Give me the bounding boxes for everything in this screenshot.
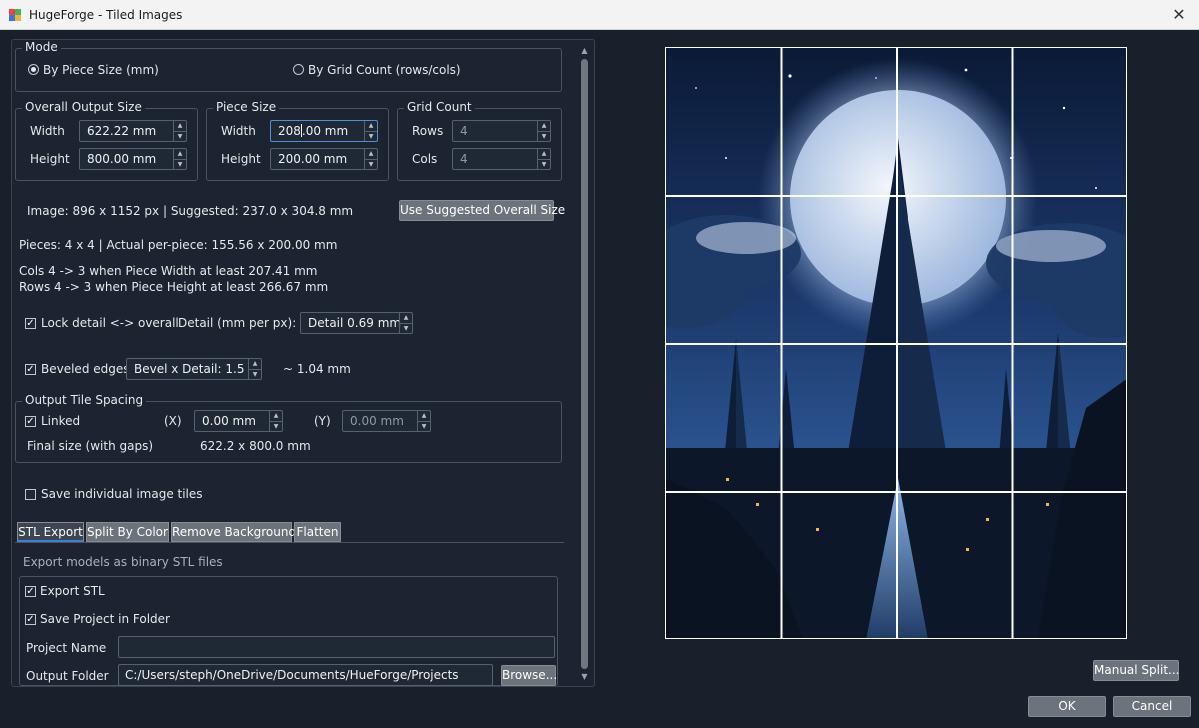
tab-split-by-color[interactable]: Split By Color xyxy=(86,522,169,542)
lock-detail-label[interactable]: Lock detail <-> overall xyxy=(41,316,179,330)
overall-width-label: Width xyxy=(30,124,65,138)
app-icon xyxy=(9,9,22,21)
use-suggested-size-button[interactable]: Use Suggested Overall Size xyxy=(399,200,565,221)
piece-size-group: Piece Size xyxy=(206,100,389,181)
spin-up-icon[interactable]: ▲ xyxy=(418,411,430,421)
bevel-result-text: ~ 1.04 mm xyxy=(283,362,351,376)
lock-detail-checkbox[interactable]: ✓ xyxy=(25,318,36,329)
mode-grid-count-radio[interactable] xyxy=(293,64,304,75)
final-size-value: 622.2 x 800.0 mm xyxy=(200,439,311,453)
spacing-y-label: (Y) xyxy=(314,414,331,428)
scroll-thumb[interactable] xyxy=(581,59,588,669)
overall-width-spinbox[interactable]: 622.22 mm ▲ ▼ xyxy=(79,120,187,142)
ok-button[interactable]: OK xyxy=(1028,696,1106,717)
piece-height-spinbox[interactable]: 200.00 mm ▲ ▼ xyxy=(270,148,378,170)
scroll-up-icon[interactable]: ▲ xyxy=(578,45,591,57)
overall-output-size-group: Overall Output Size xyxy=(15,100,198,181)
mode-grid-count-label[interactable]: By Grid Count (rows/cols) xyxy=(308,63,461,77)
piece-height-label: Height xyxy=(221,152,261,166)
grid-cols-label: Cols xyxy=(412,152,438,166)
linked-checkbox[interactable]: ✓ xyxy=(25,416,36,427)
grid-count-group: Grid Count xyxy=(397,100,562,181)
tab-remove-background[interactable]: Remove Background xyxy=(171,522,296,542)
tile-spacing-title: Output Tile Spacing xyxy=(22,393,147,407)
piece-size-title: Piece Size xyxy=(213,100,280,114)
spin-up-icon[interactable]: ▲ xyxy=(249,359,261,369)
window-title: HugeForge - Tiled Images xyxy=(29,8,183,22)
close-icon[interactable]: ✕ xyxy=(1159,0,1199,30)
piece-width-label: Width xyxy=(221,124,256,138)
grid-rows-label: Rows xyxy=(412,124,444,138)
overall-output-size-title: Overall Output Size xyxy=(22,100,145,114)
export-stl-checkbox[interactable]: ✓ xyxy=(25,586,36,597)
spin-up-icon[interactable]: ▲ xyxy=(365,149,377,159)
spin-up-icon[interactable]: ▲ xyxy=(400,313,412,323)
grid-count-title: Grid Count xyxy=(404,100,475,114)
spin-down-icon[interactable]: ▼ xyxy=(174,159,186,169)
spin-down-icon[interactable]: ▼ xyxy=(270,421,282,431)
browse-button[interactable]: Browse... xyxy=(501,665,557,686)
title-bar: HugeForge - Tiled Images ✕ xyxy=(0,0,1199,30)
detail-spinbox[interactable]: Detail 0.69 mm ▲ ▼ xyxy=(300,312,413,334)
beveled-edges-checkbox[interactable]: ✓ xyxy=(25,364,36,375)
image-info-text: Image: 896 x 1152 px | Suggested: 237.0 … xyxy=(27,204,354,218)
output-folder-label: Output Folder xyxy=(26,669,109,683)
grid-rows-spinbox[interactable]: 4 ▲ ▼ xyxy=(452,120,551,142)
spin-up-icon[interactable]: ▲ xyxy=(174,121,186,131)
save-tiles-checkbox[interactable] xyxy=(25,489,36,500)
project-name-input[interactable] xyxy=(118,636,555,658)
save-project-label[interactable]: Save Project in Folder xyxy=(40,612,170,626)
spin-down-icon[interactable]: ▼ xyxy=(538,131,550,141)
project-name-label: Project Name xyxy=(26,641,107,655)
export-stl-label[interactable]: Export STL xyxy=(40,584,105,598)
spin-down-icon[interactable]: ▼ xyxy=(249,369,261,379)
mode-piece-size-radio[interactable] xyxy=(28,64,39,75)
beveled-edges-label[interactable]: Beveled edges xyxy=(41,362,130,376)
preview-artwork xyxy=(666,48,1126,638)
rows-hint-text: Rows 4 -> 3 when Piece Height at least 2… xyxy=(19,280,329,294)
detail-label: Detail (mm per px): xyxy=(178,316,297,330)
spacing-x-spinbox[interactable]: 0.00 mm ▲ ▼ xyxy=(194,410,283,432)
save-project-checkbox[interactable]: ✓ xyxy=(25,614,36,625)
bevel-spinbox[interactable]: Bevel x Detail: 1.5 ▲ ▼ xyxy=(126,358,262,380)
mode-group-title: Mode xyxy=(22,40,61,54)
spin-up-icon[interactable]: ▲ xyxy=(538,149,550,159)
overall-height-spinbox[interactable]: 800.00 mm ▲ ▼ xyxy=(79,148,187,170)
save-tiles-label[interactable]: Save individual image tiles xyxy=(41,487,203,501)
overall-height-label: Height xyxy=(30,152,70,166)
final-size-label: Final size (with gaps) xyxy=(27,439,154,453)
spin-down-icon[interactable]: ▼ xyxy=(174,131,186,141)
tile-spacing-group: Output Tile Spacing xyxy=(15,393,562,463)
stl-description: Export models as binary STL files xyxy=(23,555,223,569)
spin-down-icon[interactable]: ▼ xyxy=(538,159,550,169)
spin-up-icon[interactable]: ▲ xyxy=(174,149,186,159)
spacing-x-label: (X) xyxy=(164,414,182,428)
pieces-info-text: Pieces: 4 x 4 | Actual per-piece: 155.56… xyxy=(19,238,338,252)
spin-up-icon[interactable]: ▲ xyxy=(538,121,550,131)
grid-cols-spinbox[interactable]: 4 ▲ ▼ xyxy=(452,148,551,170)
scroll-down-icon[interactable]: ▼ xyxy=(578,671,591,683)
settings-scrollbar[interactable]: ▲ ▼ xyxy=(578,45,591,685)
spin-up-icon[interactable]: ▲ xyxy=(270,411,282,421)
spin-up-icon[interactable]: ▲ xyxy=(365,121,377,131)
linked-label[interactable]: Linked xyxy=(41,414,80,428)
spin-down-icon[interactable]: ▼ xyxy=(365,159,377,169)
spin-down-icon[interactable]: ▼ xyxy=(418,421,430,431)
tiled-image-preview[interactable] xyxy=(665,47,1127,639)
manual-split-button[interactable]: Manual Split... xyxy=(1093,660,1179,681)
spin-down-icon[interactable]: ▼ xyxy=(400,323,412,333)
spin-down-icon[interactable]: ▼ xyxy=(365,131,377,141)
output-folder-input[interactable]: C:/Users/steph/OneDrive/Documents/HueFor… xyxy=(118,664,493,686)
tab-flatten[interactable]: Flatten xyxy=(294,522,341,542)
cols-hint-text: Cols 4 -> 3 when Piece Width at least 20… xyxy=(19,264,318,278)
tab-stl-export[interactable]: STL Export xyxy=(17,522,84,542)
piece-width-spinbox[interactable]: 208.00 mm ▲ ▼ xyxy=(270,120,378,142)
spacing-y-spinbox[interactable]: 0.00 mm ▲ ▼ xyxy=(342,410,431,432)
cancel-button[interactable]: Cancel xyxy=(1113,696,1191,717)
mode-piece-size-label[interactable]: By Piece Size (mm) xyxy=(43,63,159,77)
